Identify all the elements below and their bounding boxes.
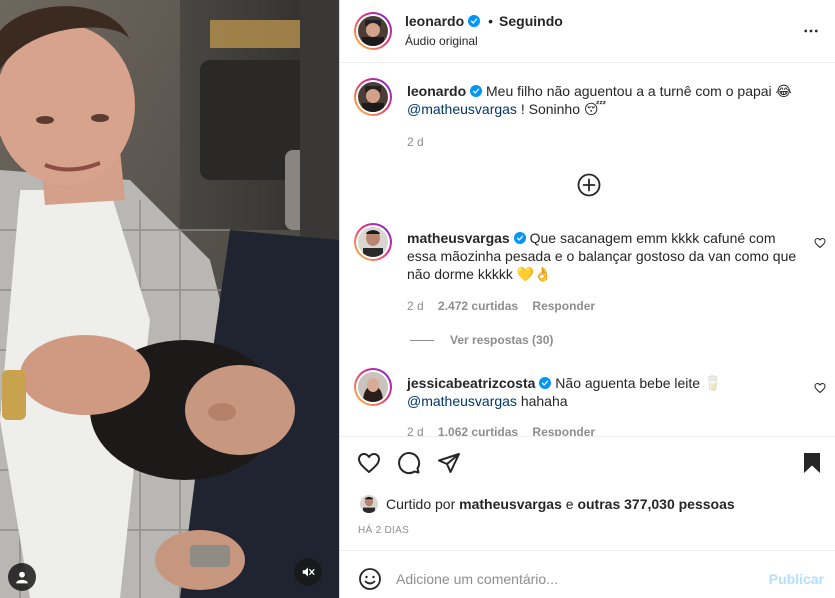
verified-badge-icon	[513, 232, 526, 244]
post-side-panel: leonardo • Seguindo Áudio original leona…	[339, 0, 835, 598]
separator-dot: •	[488, 13, 494, 29]
comment-username[interactable]: matheusvargas	[407, 230, 510, 246]
replies-divider-line	[410, 339, 434, 341]
comment-avatar[interactable]	[354, 223, 392, 261]
likes-connector: e	[565, 496, 574, 512]
caption-time[interactable]: 2 d	[407, 135, 424, 149]
audio-link[interactable]: Áudio original	[405, 34, 478, 48]
caption-meta: 2 d	[407, 135, 435, 149]
speaker-muted-icon	[302, 567, 315, 577]
comments-list[interactable]: leonardo Meu filho não aguentou a a turn…	[340, 63, 835, 436]
likes-others-link[interactable]: outras 377,030 pessoas	[577, 496, 734, 512]
liker-avatar[interactable]	[360, 495, 378, 513]
comment-time[interactable]: 2 d	[407, 425, 424, 436]
view-replies-button[interactable]: Ver respostas (30)	[410, 333, 553, 347]
load-more-comments-icon[interactable]	[577, 173, 601, 197]
verified-badge-icon	[468, 15, 481, 27]
more-options-icon[interactable]	[802, 22, 820, 40]
comment-likes[interactable]: 1.062 curtidas	[438, 425, 518, 436]
video-frame	[0, 0, 339, 598]
caption-username[interactable]: leonardo	[407, 83, 466, 99]
like-comment-heart-icon[interactable]	[814, 237, 826, 249]
liker-avatar-image	[360, 495, 378, 513]
author-avatar-image	[358, 16, 388, 46]
like-heart-icon[interactable]	[357, 451, 381, 475]
post-date[interactable]: HÁ 2 DIAS	[358, 525, 409, 536]
user-icon	[16, 571, 28, 584]
caption-mention[interactable]: @matheusvargas	[407, 101, 517, 117]
comment-box: Publicar	[340, 550, 835, 598]
save-bookmark-icon[interactable]	[800, 451, 824, 475]
verified-badge-icon	[470, 85, 483, 97]
likes-prefix: Curtido por	[386, 496, 456, 512]
comment-text: matheusvargas Que sacanagem emm kkkk caf…	[407, 229, 807, 283]
comment-likes[interactable]: 2.472 curtidas	[438, 299, 518, 313]
following-button[interactable]: Seguindo	[499, 13, 563, 29]
caption-body-end: ! Soninho 😴	[520, 101, 607, 117]
comment-avatar-image	[358, 372, 388, 402]
like-comment-heart-icon[interactable]	[814, 382, 826, 394]
view-replies-label: Ver respostas (30)	[450, 333, 554, 347]
post-header: leonardo • Seguindo Áudio original	[340, 0, 835, 63]
comment-body-end: hahaha	[520, 393, 568, 409]
caption-avatar[interactable]	[354, 78, 392, 116]
comment-bubble-icon[interactable]	[397, 451, 421, 475]
caption-avatar-image	[358, 82, 388, 112]
post-media[interactable]	[0, 0, 339, 598]
comment-time[interactable]: 2 d	[407, 299, 424, 313]
comment-avatar-image	[358, 227, 388, 257]
mute-toggle-button[interactable]	[294, 558, 322, 586]
reply-button[interactable]: Responder	[532, 425, 595, 436]
comment-meta: 2 d 1.062 curtidas Responder	[407, 425, 606, 436]
comment-meta: 2 d 2.472 curtidas Responder	[407, 299, 606, 313]
comment-body: Não aguenta bebe leite 🥛	[555, 375, 722, 391]
likes-summary: Curtido por matheusvargas e outras 377,0…	[360, 495, 735, 513]
tagged-users-button[interactable]	[8, 563, 36, 591]
publish-button[interactable]: Publicar	[769, 571, 824, 587]
comment-mention[interactable]: @matheusvargas	[407, 393, 517, 409]
comment-text: jessicabeatrizcosta Não aguenta bebe lei…	[407, 374, 807, 410]
reply-button[interactable]: Responder	[532, 299, 595, 313]
verified-badge-icon	[539, 377, 552, 389]
author-username[interactable]: leonardo	[405, 13, 464, 29]
comment-input[interactable]	[396, 565, 756, 593]
author-avatar[interactable]	[354, 12, 392, 50]
comment-username[interactable]: jessicabeatrizcosta	[407, 375, 535, 391]
comment-avatar[interactable]	[354, 368, 392, 406]
caption-text: leonardo Meu filho não aguentou a a turn…	[407, 82, 807, 118]
liker-username[interactable]: matheusvargas	[459, 496, 562, 512]
emoji-icon[interactable]	[358, 567, 382, 591]
caption-body: Meu filho não aguentou a a turnê com o p…	[486, 83, 792, 99]
share-paper-plane-icon[interactable]	[437, 451, 461, 475]
